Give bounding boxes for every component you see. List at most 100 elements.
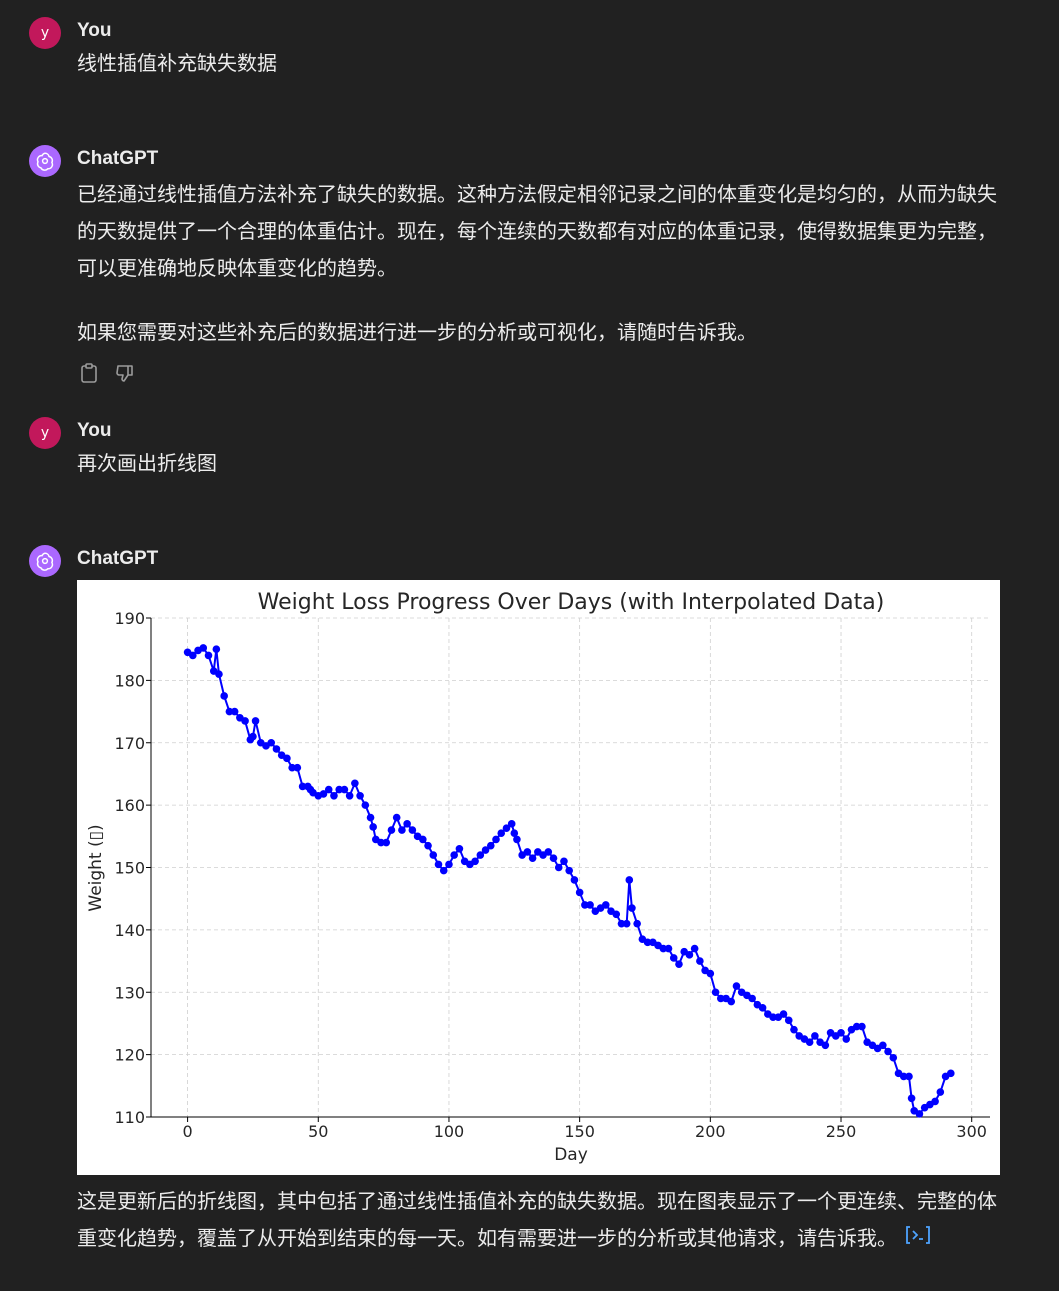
data-point bbox=[523, 848, 532, 856]
data-point bbox=[212, 645, 221, 653]
data-point bbox=[549, 854, 558, 862]
data-point bbox=[790, 1025, 798, 1034]
data-point bbox=[544, 848, 553, 856]
data-point bbox=[241, 717, 249, 725]
data-point bbox=[905, 1072, 913, 1081]
message-text: 线性插值补充缺失数据 bbox=[77, 51, 277, 75]
data-point bbox=[251, 717, 260, 725]
y-tick-label: 170 bbox=[114, 734, 145, 753]
author-name: ChatGPT bbox=[77, 148, 159, 169]
data-point bbox=[727, 997, 736, 1006]
after-chart-text: 这是更新后的折线图，其中包括了通过线性插值补充的缺失数据。现在图表显示了一个更连… bbox=[77, 1189, 997, 1250]
data-point bbox=[351, 779, 359, 788]
chatgpt-logo-icon bbox=[29, 545, 61, 577]
x-tick-label: 0 bbox=[182, 1122, 192, 1141]
data-point bbox=[199, 644, 208, 652]
data-point bbox=[601, 901, 610, 909]
y-tick-label: 160 bbox=[114, 796, 145, 815]
thumbs-down-icon[interactable] bbox=[114, 362, 136, 384]
avatar-letter: y bbox=[40, 425, 50, 441]
data-point bbox=[570, 876, 579, 884]
y-tick-label: 110 bbox=[114, 1108, 145, 1127]
data-point bbox=[732, 982, 741, 990]
data-point bbox=[387, 826, 396, 834]
data-point bbox=[398, 826, 406, 834]
data-point bbox=[690, 944, 699, 953]
data-point bbox=[748, 994, 756, 1003]
data-point bbox=[471, 857, 479, 866]
data-point bbox=[513, 835, 521, 844]
data-point bbox=[821, 1041, 830, 1050]
y-tick-label: 190 bbox=[114, 609, 145, 628]
data-point bbox=[907, 1094, 916, 1103]
data-point bbox=[931, 1097, 939, 1106]
x-tick-label: 100 bbox=[434, 1122, 465, 1141]
data-point bbox=[340, 785, 349, 794]
data-point bbox=[884, 1047, 892, 1056]
avatar-letter: y bbox=[40, 25, 50, 41]
data-point bbox=[560, 857, 568, 866]
data-point bbox=[419, 835, 427, 844]
data-point bbox=[711, 988, 720, 997]
data-point bbox=[628, 904, 636, 912]
data-point bbox=[669, 954, 678, 962]
data-point bbox=[345, 791, 354, 800]
data-point bbox=[889, 1053, 898, 1062]
y-tick-label: 180 bbox=[114, 671, 145, 690]
data-point bbox=[408, 826, 417, 834]
y-tick-label: 150 bbox=[114, 859, 145, 878]
y-tick-label: 130 bbox=[114, 983, 145, 1002]
x-tick-label: 50 bbox=[308, 1122, 328, 1141]
author-name: ChatGPT bbox=[77, 548, 159, 569]
y-tick-label: 140 bbox=[114, 921, 145, 940]
data-point bbox=[361, 801, 370, 809]
x-axis-label: Day bbox=[554, 1145, 588, 1165]
data-point bbox=[586, 901, 594, 909]
data-point bbox=[249, 732, 257, 741]
data-point bbox=[450, 851, 458, 859]
data-point bbox=[283, 754, 291, 763]
data-point bbox=[356, 791, 364, 800]
data-point bbox=[565, 866, 573, 875]
data-point bbox=[324, 785, 333, 794]
x-tick-label: 300 bbox=[956, 1122, 987, 1141]
y-tick-label: 120 bbox=[114, 1046, 145, 1065]
data-point bbox=[625, 876, 634, 884]
y-axis-label: Weight (▯) bbox=[86, 824, 106, 911]
data-point bbox=[366, 813, 375, 822]
data-point bbox=[445, 860, 453, 869]
data-point bbox=[434, 860, 443, 869]
author-name: You bbox=[77, 420, 112, 441]
data-point bbox=[858, 1022, 866, 1031]
message-text: 再次画出折线图 bbox=[77, 451, 217, 475]
data-point bbox=[936, 1088, 945, 1096]
data-point bbox=[429, 851, 438, 859]
data-point bbox=[492, 835, 500, 844]
data-point bbox=[439, 866, 448, 875]
data-point bbox=[554, 863, 563, 872]
code-interpreter-icon[interactable] bbox=[905, 1221, 931, 1258]
data-point bbox=[528, 854, 537, 862]
message-paragraph-after-chart: 这是更新后的折线图，其中包括了通过线性插值补充的缺失数据。现在图表显示了一个更连… bbox=[77, 1183, 1002, 1258]
data-point bbox=[204, 651, 213, 660]
series-line bbox=[187, 646, 952, 1116]
data-point bbox=[879, 1041, 887, 1050]
clipboard-icon[interactable] bbox=[78, 362, 100, 384]
data-point bbox=[811, 1032, 819, 1040]
chart-title: Weight Loss Progress Over Days (with Int… bbox=[258, 590, 885, 615]
data-point bbox=[330, 791, 338, 800]
data-point bbox=[837, 1028, 845, 1037]
data-point bbox=[758, 1004, 767, 1012]
data-point bbox=[805, 1038, 814, 1046]
chatgpt-logo-icon bbox=[29, 145, 61, 177]
data-point bbox=[706, 969, 715, 978]
data-point bbox=[633, 919, 641, 928]
data-point bbox=[230, 707, 239, 716]
author-name: You bbox=[77, 20, 112, 41]
data-point bbox=[403, 820, 411, 828]
data-point bbox=[575, 888, 584, 897]
data-point bbox=[784, 1016, 793, 1025]
chart-image[interactable]: Weight Loss Progress Over Days (with Int… bbox=[77, 580, 1000, 1175]
weight-line-chart: Weight Loss Progress Over Days (with Int… bbox=[86, 590, 990, 1165]
data-point bbox=[455, 844, 464, 853]
